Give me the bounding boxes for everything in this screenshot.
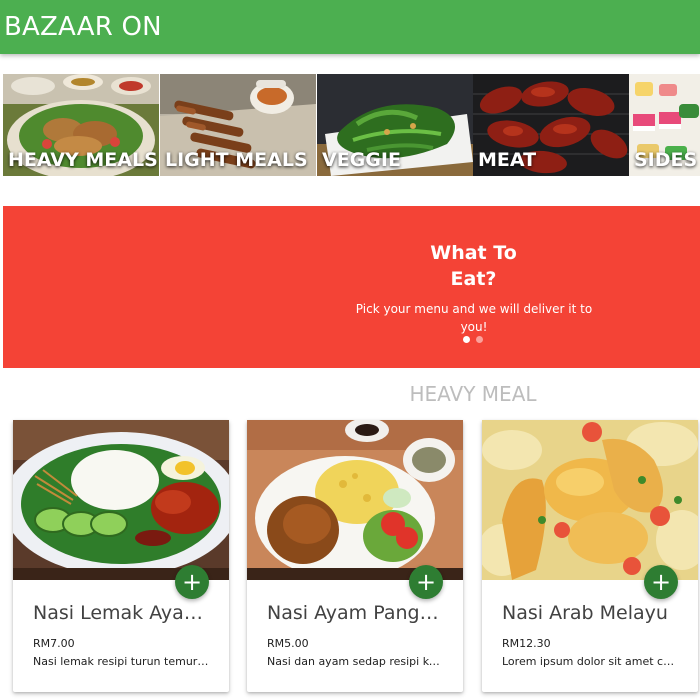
add-icon: +: [181, 568, 203, 596]
product-description: Nasi lemak resipi turun temurun: [33, 655, 209, 668]
category-label: VEGGIE: [322, 149, 401, 171]
product-description: Nasi dan ayam sedap resipi keluarga: [267, 655, 443, 668]
category-label: SIDES: [634, 149, 698, 171]
category-meat[interactable]: MEAT: [473, 74, 629, 176]
category-label: HEAVY MEALS: [8, 149, 158, 171]
category-veggie[interactable]: VEGGIE: [317, 74, 473, 176]
category-label: MEAT: [478, 149, 537, 171]
product-price: RM5.00: [267, 637, 309, 650]
product-name: Nasi Arab Melayu: [502, 602, 668, 624]
hero-title: What To Eat?: [430, 242, 517, 290]
product-price: RM12.30: [502, 637, 551, 650]
add-icon: +: [650, 568, 672, 596]
add-to-cart-button[interactable]: +: [409, 565, 443, 599]
hero-carousel[interactable]: What To Eat? Pick your menu and we will …: [3, 206, 700, 368]
category-label: LIGHT MEALS: [165, 149, 308, 171]
category-sides[interactable]: SIDES: [629, 74, 700, 176]
app-bar: BAZAAR ON: [0, 0, 700, 54]
carousel-dot-2[interactable]: [476, 336, 483, 343]
product-card-nasi-ayam-panggang[interactable]: + Nasi Ayam Panggang RM5.00 Nasi dan aya…: [247, 420, 463, 692]
category-heavy-meals[interactable]: HEAVY MEALS: [3, 74, 159, 176]
category-light-meals[interactable]: LIGHT MEALS: [160, 74, 316, 176]
product-description: Lorem ipsum dolor sit amet consectetur: [502, 655, 678, 668]
product-card-nasi-lemak[interactable]: + Nasi Lemak Ayam Goreng RM7.00 Nasi lem…: [13, 420, 229, 692]
hero-subtitle: Pick your menu and we will deliver it to…: [355, 302, 593, 334]
product-price: RM7.00: [33, 637, 75, 650]
product-card-nasi-arab[interactable]: + Nasi Arab Melayu RM12.30 Lorem ipsum d…: [482, 420, 698, 692]
category-strip[interactable]: HEAVY MEALS LIGHT MEALS VEGGIE MEAT SIDE…: [3, 74, 700, 176]
product-image: [482, 420, 698, 580]
carousel-dot-1[interactable]: [463, 336, 470, 343]
product-image: [247, 420, 463, 580]
add-to-cart-button[interactable]: +: [644, 565, 678, 599]
app-title: BAZAAR ON: [4, 12, 162, 42]
add-icon: +: [415, 568, 437, 596]
product-name: Nasi Ayam Panggang: [267, 602, 443, 624]
product-image: [13, 420, 229, 580]
product-name: Nasi Lemak Ayam Goreng: [33, 602, 209, 624]
add-to-cart-button[interactable]: +: [175, 565, 209, 599]
section-title: HEAVY MEAL: [409, 382, 537, 406]
